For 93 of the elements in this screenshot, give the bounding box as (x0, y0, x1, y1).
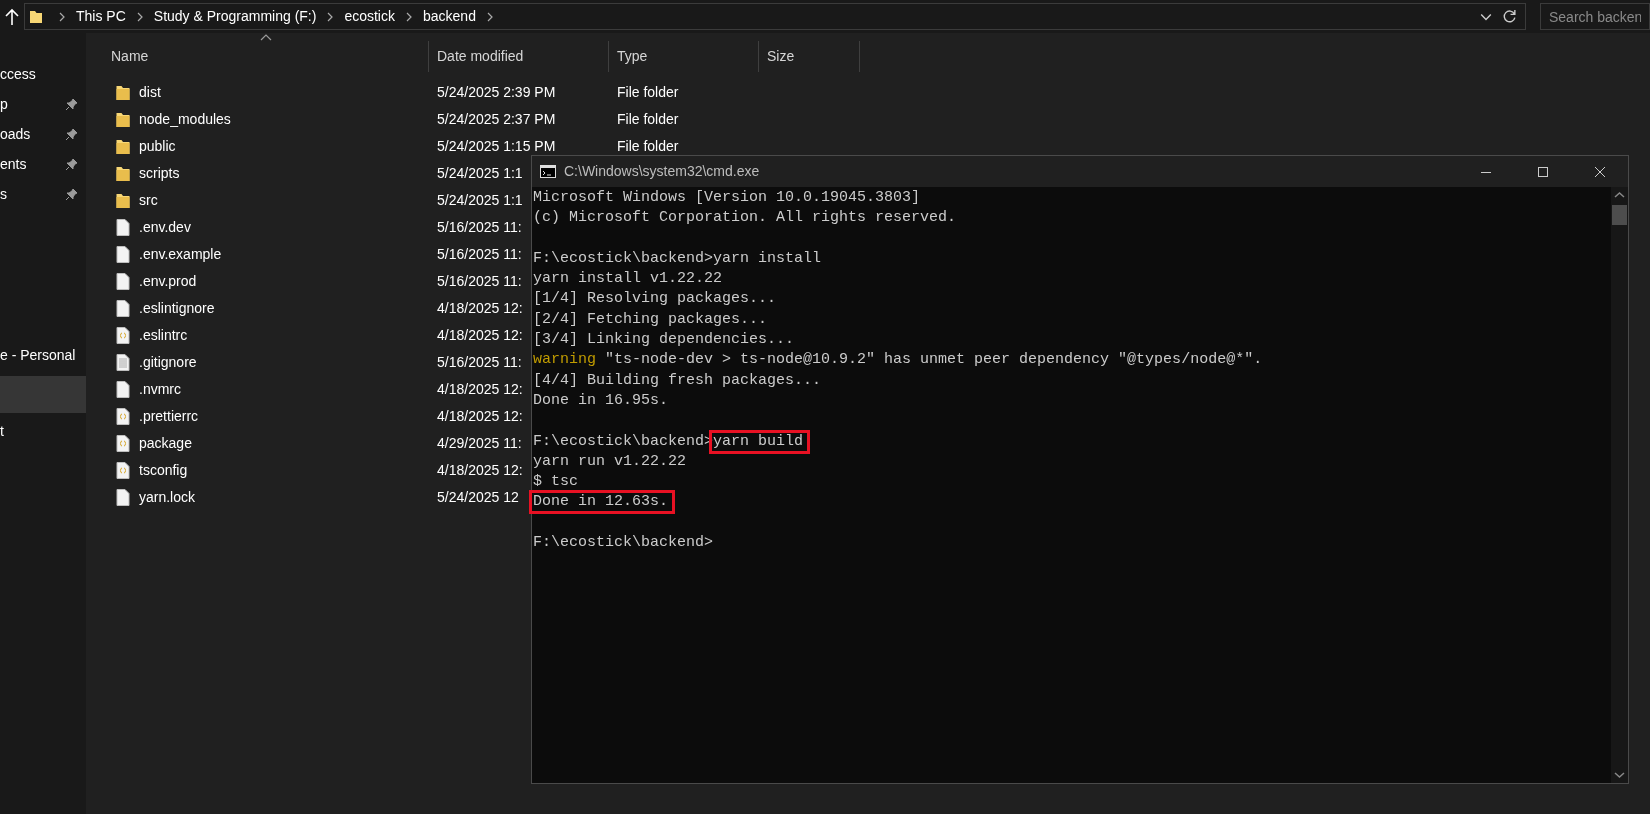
terminal-text: [4/4] Building fresh packages... (533, 371, 822, 389)
terminal-text: (c) Microsoft Corporation. All rights reserved. (533, 209, 957, 227)
terminal-text: Microsoft Windows [Version 10.0.19045.3803] (533, 189, 921, 206)
date-modified: 4/18/2025 12: (437, 300, 523, 316)
file-name[interactable]: src (139, 190, 158, 211)
file-icon (116, 246, 130, 263)
scrollbar[interactable] (1611, 187, 1628, 783)
folder-icon (116, 138, 130, 155)
date-modified: 5/24/2025 2:37 PM (437, 111, 556, 127)
date-modified: 5/24/2025 1:15 PM (437, 138, 556, 154)
column-header[interactable]: Type (609, 40, 759, 72)
file-name[interactable]: .env.prod (139, 271, 197, 292)
folder-icon (29, 8, 43, 25)
sort-caret-icon (260, 33, 272, 41)
folder-icon (116, 192, 130, 209)
file-name[interactable]: public (139, 136, 176, 157)
file-type: File folder (617, 111, 679, 127)
breadcrumb[interactable]: ecostick (340, 6, 399, 27)
search-field[interactable]: Search backen (1540, 3, 1650, 30)
terminal-text: F:\ecostick\backend> (533, 534, 714, 552)
terminal-text: $ tsc (533, 473, 578, 491)
maximize-icon (1536, 166, 1549, 179)
column-header[interactable]: Size (759, 40, 860, 72)
sidebar-item[interactable]: e - Personal (0, 340, 86, 370)
folder-icon (116, 165, 130, 182)
scroll-thumb[interactable] (1612, 205, 1627, 225)
close-icon (1593, 166, 1606, 179)
file-icon (116, 300, 130, 317)
terminal-text: yarn run v1.22.22 (533, 452, 687, 470)
date-modified: 4/18/2025 12: (437, 327, 523, 343)
terminal-text: yarn install v1.22.22 (533, 270, 723, 288)
column-header[interactable]: Date modified (429, 40, 609, 72)
file-icon (116, 381, 130, 398)
sidebar-item[interactable]: s (0, 179, 86, 209)
date-modified: 5/16/2025 11: (437, 246, 522, 262)
file-type: File folder (617, 84, 679, 100)
refresh-icon[interactable] (1502, 9, 1517, 24)
file-icon (116, 219, 130, 236)
file-name[interactable]: .prettierrc (139, 406, 199, 427)
file-name[interactable]: scripts (139, 163, 180, 184)
breadcrumb[interactable]: Study & Programming (F:) (149, 6, 321, 27)
file-name[interactable]: package (139, 433, 192, 454)
code-file-icon (116, 408, 130, 425)
chevron-right-icon (404, 11, 414, 22)
terminal-text: F:\ecostick\backend>yarn install (533, 249, 822, 267)
date-modified: 4/18/2025 12: (437, 381, 523, 397)
file-name[interactable]: .env.example (139, 244, 222, 265)
file-type: File folder (617, 138, 679, 154)
date-modified: 4/18/2025 12: (437, 408, 523, 424)
file-icon (116, 273, 130, 290)
folder-icon (116, 111, 130, 128)
file-name[interactable]: tsconfig (139, 460, 188, 481)
terminal-text: Done in 16.95s. (533, 391, 669, 409)
terminal-text: [3/4] Linking dependencies... (533, 331, 795, 349)
folder-icon (116, 84, 130, 101)
date-modified: 5/16/2025 11: (437, 219, 522, 235)
file-name[interactable]: dist (139, 82, 161, 103)
sidebar-item[interactable]: oads (0, 119, 86, 149)
warning-text: warning (533, 351, 596, 369)
window-title: C:\Windows\system32\cmd.exe (564, 162, 760, 181)
date-modified: 5/24/2025 1:1 (437, 192, 523, 208)
file-name[interactable]: .eslintignore (139, 298, 215, 319)
date-modified: 5/24/2025 2:39 PM (437, 84, 556, 100)
breadcrumb[interactable]: This PC (72, 6, 130, 27)
file-name[interactable]: .eslintrc (139, 325, 188, 346)
file-name[interactable]: .env.dev (139, 217, 191, 238)
file-name[interactable]: node_modules (139, 109, 231, 130)
terminal-icon (540, 165, 556, 178)
column-header[interactable]: Name (86, 40, 429, 72)
sidebar-item[interactable]: t (0, 413, 86, 450)
date-modified: 5/16/2025 11: (437, 273, 522, 289)
terminal-text: "ts-node-dev > ts-node@10.9.2" has unmet peer dependency "@types/node@*". (605, 351, 1263, 369)
sidebar-item[interactable]: p (0, 89, 86, 119)
terminal-text: [2/4] Fetching packages... (533, 310, 768, 328)
date-modified: 4/18/2025 12: (437, 462, 523, 478)
terminal-text: [1/4] Resolving packages... (533, 290, 777, 308)
text-file-icon (116, 354, 130, 371)
sidebar-item[interactable]: ccess (0, 59, 86, 89)
chevron-right-icon (57, 11, 67, 22)
file-name[interactable]: .gitignore (139, 352, 197, 373)
code-file-icon (116, 462, 130, 479)
file-name[interactable]: yarn.lock (139, 487, 196, 508)
file-name[interactable]: .nvmrc (139, 379, 181, 400)
highlighted-text: Done in 12.63s. (529, 490, 676, 515)
breadcrumb[interactable]: backend (419, 6, 480, 27)
date-modified: 5/16/2025 11: (437, 354, 522, 370)
sidebar-item[interactable]: ents (0, 149, 86, 179)
date-modified: 5/24/2025 12 (437, 489, 519, 505)
code-file-icon (116, 327, 130, 344)
code-file-icon (116, 435, 130, 452)
date-modified: 5/24/2025 1:1 (437, 165, 523, 181)
date-modified: 4/29/2025 11: (437, 435, 522, 451)
file-icon (116, 489, 130, 506)
